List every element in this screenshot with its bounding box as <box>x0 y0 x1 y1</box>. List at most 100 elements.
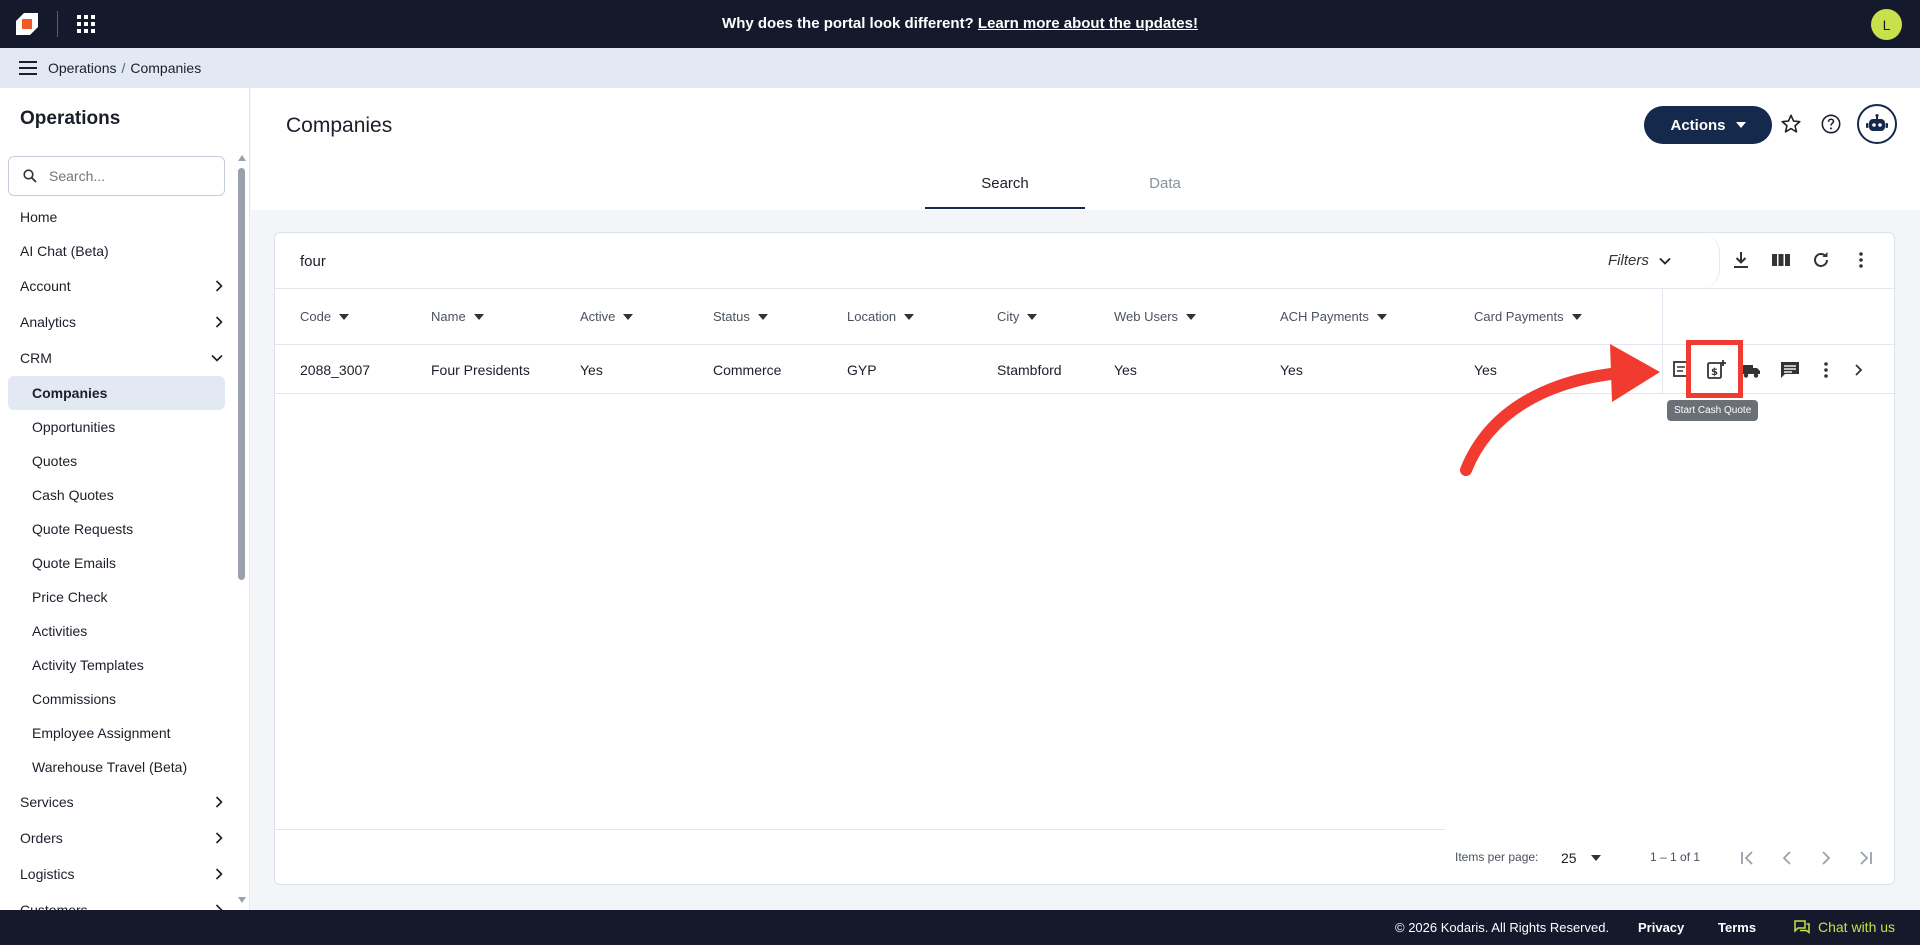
sort-caret-icon <box>339 313 350 320</box>
first-page-icon[interactable] <box>1737 848 1757 868</box>
actions-button[interactable]: Actions <box>1644 106 1772 144</box>
sidebar-search-input[interactable] <box>49 168 199 184</box>
column-header-card-payments[interactable]: Card Payments <box>1474 309 1582 324</box>
download-icon[interactable] <box>1731 250 1751 270</box>
annotation-highlight-box <box>1686 340 1743 398</box>
tooltip: Start Cash Quote <box>1667 400 1759 421</box>
cell-code: 2088_3007 <box>300 362 371 378</box>
column-header-name[interactable]: Name <box>431 309 484 324</box>
sidebar-item-cash-quotes[interactable]: Cash Quotes <box>0 478 235 512</box>
sidebar-item-logistics[interactable]: Logistics <box>0 856 235 892</box>
copyright-text: © 2026 Kodaris. All Rights Reserved. <box>1395 920 1610 935</box>
sidebar-item-ai-chat[interactable]: AI Chat (Beta) <box>0 234 235 268</box>
star-icon[interactable] <box>1780 113 1802 135</box>
filters-label: Filters <box>1608 252 1649 269</box>
next-page-icon[interactable] <box>1816 848 1836 868</box>
sidebar-scrollbar[interactable] <box>236 152 246 906</box>
chat-icon <box>1794 920 1810 935</box>
column-header-code[interactable]: Code <box>300 309 350 324</box>
page-title: Companies <box>286 114 393 137</box>
sidebar-item-services[interactable]: Services <box>0 784 235 820</box>
scroll-up-icon[interactable] <box>237 154 247 162</box>
sidebar-item-orders[interactable]: Orders <box>0 820 235 856</box>
columns-icon[interactable] <box>1771 250 1791 270</box>
items-per-page-value: 25 <box>1561 850 1577 866</box>
help-icon[interactable] <box>1820 113 1842 135</box>
tab-data[interactable]: Data <box>1085 163 1245 209</box>
sidebar-item-activities[interactable]: Activities <box>0 614 235 648</box>
column-header-ach-payments[interactable]: ACH Payments <box>1280 309 1387 324</box>
column-header-status[interactable]: Status <box>713 309 768 324</box>
sidebar-item-warehouse-travel[interactable]: Warehouse Travel (Beta) <box>0 750 235 784</box>
privacy-link[interactable]: Privacy <box>1638 920 1684 935</box>
user-avatar[interactable]: L <box>1871 9 1902 40</box>
sidebar-item-quote-emails[interactable]: Quote Emails <box>0 546 235 580</box>
column-header-web-users[interactable]: Web Users <box>1114 309 1197 324</box>
sort-caret-icon <box>1376 313 1387 320</box>
sidebar-item-price-check[interactable]: Price Check <box>0 580 235 614</box>
breadcrumb-section[interactable]: Operations <box>48 60 116 76</box>
caret-down-icon <box>1590 855 1601 861</box>
chevron-right-icon[interactable] <box>1849 359 1869 381</box>
chevron-down-icon <box>211 354 223 362</box>
items-per-page-label: Items per page: <box>1455 850 1539 864</box>
sidebar-item-analytics[interactable]: Analytics <box>0 304 235 340</box>
tab-bar: Search Data <box>925 163 1245 209</box>
last-page-icon[interactable] <box>1856 848 1876 868</box>
sidebar-item-companies[interactable]: Companies <box>8 376 225 410</box>
search-icon <box>23 169 37 183</box>
filters-divider <box>1700 233 1720 289</box>
filters-button[interactable]: Filters <box>1608 252 1671 269</box>
sidebar-item-crm[interactable]: CRM <box>0 340 235 376</box>
sidebar-item-home[interactable]: Home <box>0 200 235 234</box>
chevron-right-icon <box>215 280 223 292</box>
sidebar-search[interactable] <box>8 156 225 196</box>
chat-button[interactable]: Chat with us <box>1794 919 1895 935</box>
footer-bar: © 2026 Kodaris. All Rights Reserved. Pri… <box>0 910 1920 945</box>
sort-caret-icon <box>1186 313 1197 320</box>
sidebar-item-commissions[interactable]: Commissions <box>0 682 235 716</box>
more-vert-icon[interactable] <box>1851 250 1871 270</box>
cell-status: Commerce <box>713 362 782 378</box>
items-per-page-select[interactable]: 25 <box>1561 850 1601 866</box>
sidebar-item-opportunities[interactable]: Opportunities <box>0 410 235 444</box>
chevron-right-icon <box>215 868 223 880</box>
page-header: Companies Actions Search Data <box>251 88 1920 210</box>
sidebar-scroll-thumb[interactable] <box>238 168 245 580</box>
table-search-input[interactable]: four <box>300 253 326 270</box>
tab-search[interactable]: Search <box>925 163 1085 209</box>
previous-page-icon[interactable] <box>1777 848 1797 868</box>
announcement-link[interactable]: Learn more about the updates! <box>978 15 1198 32</box>
truck-icon[interactable] <box>1740 359 1762 381</box>
sort-caret-icon <box>473 313 484 320</box>
sidebar-item-customers[interactable]: Customers <box>0 892 235 910</box>
cell-active: Yes <box>580 362 603 378</box>
chevron-right-icon <box>215 316 223 328</box>
sidebar-item-activity-templates[interactable]: Activity Templates <box>0 648 235 682</box>
refresh-icon[interactable] <box>1811 250 1831 270</box>
sidebar-item-quote-requests[interactable]: Quote Requests <box>0 512 235 546</box>
column-header-city[interactable]: City <box>997 309 1038 324</box>
robot-icon <box>1866 114 1888 131</box>
sort-caret-icon <box>1027 313 1038 320</box>
chevron-down-icon <box>1659 257 1671 265</box>
column-header-location[interactable]: Location <box>847 309 915 324</box>
sidebar-item-account[interactable]: Account <box>0 268 235 304</box>
scroll-down-icon[interactable] <box>237 896 247 904</box>
menu-icon[interactable] <box>19 60 37 76</box>
table-footer-divider <box>275 829 1445 830</box>
top-bar: Why does the portal look different? Lear… <box>0 0 1920 48</box>
terms-link[interactable]: Terms <box>1718 920 1756 935</box>
sort-caret-icon <box>904 313 915 320</box>
annotation-arrow <box>1460 344 1660 476</box>
sidebar-item-employee-assignment[interactable]: Employee Assignment <box>0 716 235 750</box>
sort-caret-icon <box>757 313 768 320</box>
comment-icon[interactable] <box>1779 359 1801 381</box>
more-vert-icon[interactable] <box>1816 359 1836 381</box>
chat-label: Chat with us <box>1818 919 1896 935</box>
sort-caret-icon <box>623 313 634 320</box>
column-header-active[interactable]: Active <box>580 309 634 324</box>
breadcrumb-page: Companies <box>130 60 202 76</box>
sidebar-item-quotes[interactable]: Quotes <box>0 444 235 478</box>
ai-assistant-button[interactable] <box>1857 104 1897 144</box>
